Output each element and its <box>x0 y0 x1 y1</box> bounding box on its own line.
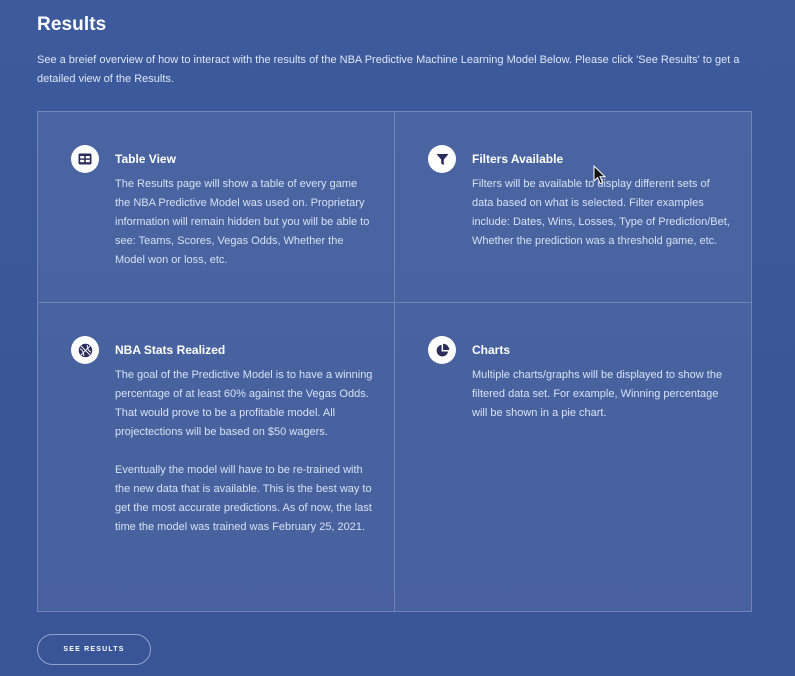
card-body: Filters will be available to display dif… <box>472 175 730 270</box>
card-title: Table View <box>115 152 176 166</box>
see-results-button[interactable]: SEE RESULTS <box>37 634 151 665</box>
page-title: Results <box>37 14 107 35</box>
basketball-icon <box>71 336 99 364</box>
card-paragraph: The Results page will show a table of ev… <box>115 178 370 266</box>
card-body: The Results page will show a table of ev… <box>115 175 373 289</box>
card-paragraph: The goal of the Predictive Model is to h… <box>115 369 373 438</box>
card-body: The goal of the Predictive Model is to h… <box>115 366 373 556</box>
intro-text: See a breief overview of how to interact… <box>37 54 740 85</box>
card-paragraph: Eventually the model will have to be re-… <box>115 464 372 533</box>
card-title: Charts <box>472 343 511 357</box>
card-paragraph: Multiple charts/graphs will be displayed… <box>472 369 723 419</box>
table-icon <box>71 145 99 173</box>
card-nba-stats-realized: NBA Stats Realized The goal of the Predi… <box>38 303 395 611</box>
feature-grid: Table View The Results page will show a … <box>37 111 752 612</box>
mouse-cursor-icon <box>593 165 607 185</box>
card-filters-available: Filters Available Filters will be availa… <box>395 112 751 303</box>
pie-chart-icon <box>428 336 456 364</box>
card-charts: Charts Multiple charts/graphs will be di… <box>395 303 751 611</box>
card-title: Filters Available <box>472 152 564 166</box>
card-table-view: Table View The Results page will show a … <box>38 112 395 303</box>
card-title: NBA Stats Realized <box>115 343 226 357</box>
card-paragraph: Filters will be available to display dif… <box>472 178 730 247</box>
filter-icon <box>428 145 456 173</box>
card-body: Multiple charts/graphs will be displayed… <box>472 366 730 442</box>
